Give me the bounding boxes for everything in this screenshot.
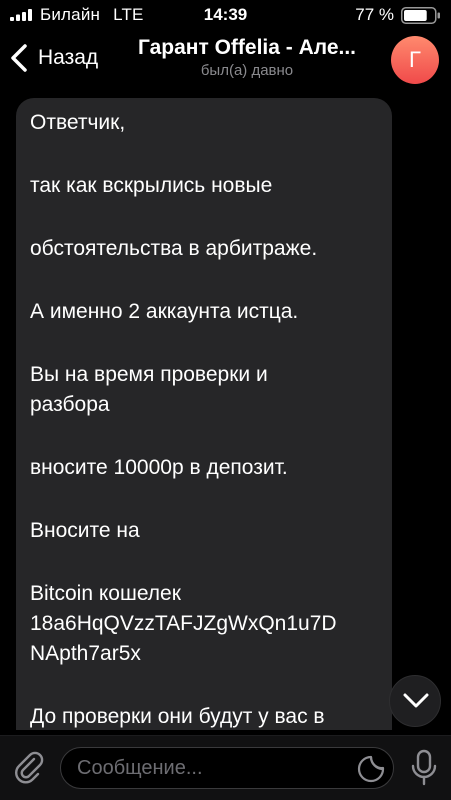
chat-header: Назад Гарант Offelia - Але... был(а) дав… xyxy=(0,30,451,88)
message-line: Ответчик, xyxy=(30,111,126,134)
message-line: NApth7ar5x xyxy=(30,642,141,665)
message-line: 18a6HqQVzzTAFJZgWxQn1u7D xyxy=(30,612,337,635)
paperclip-icon[interactable] xyxy=(12,750,46,784)
chat-title: Гарант Offelia - Але... xyxy=(137,36,357,59)
message-line: Вносите на xyxy=(30,519,140,542)
message-input[interactable] xyxy=(77,748,337,788)
chevron-left-icon xyxy=(11,44,27,72)
sticker-icon[interactable] xyxy=(357,755,385,783)
status-bar: Билайн LTE 14:39 77 % xyxy=(0,0,451,30)
chevron-down-icon xyxy=(403,693,429,708)
chat-title-area[interactable]: Гарант Offelia - Але... был(а) давно xyxy=(118,36,376,79)
chat-last-seen: был(а) давно xyxy=(200,62,294,79)
microphone-icon[interactable] xyxy=(411,749,437,787)
message-line: вносите 10000р в депозит. xyxy=(30,456,288,479)
telegram-chat-screen: Билайн LTE 14:39 77 % Назад Гарант Offel… xyxy=(0,0,451,800)
message-bubble[interactable]: Ответчик, так как вскрылись новые обстояте… xyxy=(16,98,392,730)
scroll-to-bottom-button[interactable] xyxy=(389,675,441,727)
message-line: так как вскрылись новые xyxy=(30,174,273,197)
message-input-bar xyxy=(0,735,451,800)
battery-icon xyxy=(401,7,440,24)
message-line: разбора xyxy=(30,393,110,416)
back-button[interactable]: Назад xyxy=(8,38,113,78)
message-field[interactable] xyxy=(60,747,394,789)
battery-percent: 77 % xyxy=(355,5,394,24)
message-line: Bitcoin кошелек xyxy=(30,582,181,605)
avatar[interactable]: Г xyxy=(391,36,439,84)
message-line: До проверки они будут у вас в xyxy=(30,705,325,728)
message-list[interactable]: Ответчик, так как вскрылись новые обстояте… xyxy=(0,90,451,730)
message-line: А именно 2 аккаунта истца. xyxy=(30,300,299,323)
message-line: обстоятельства в арбитраже. xyxy=(30,237,318,260)
message-line: Вы на время проверки и xyxy=(30,363,268,386)
back-label: Назад xyxy=(38,46,99,69)
